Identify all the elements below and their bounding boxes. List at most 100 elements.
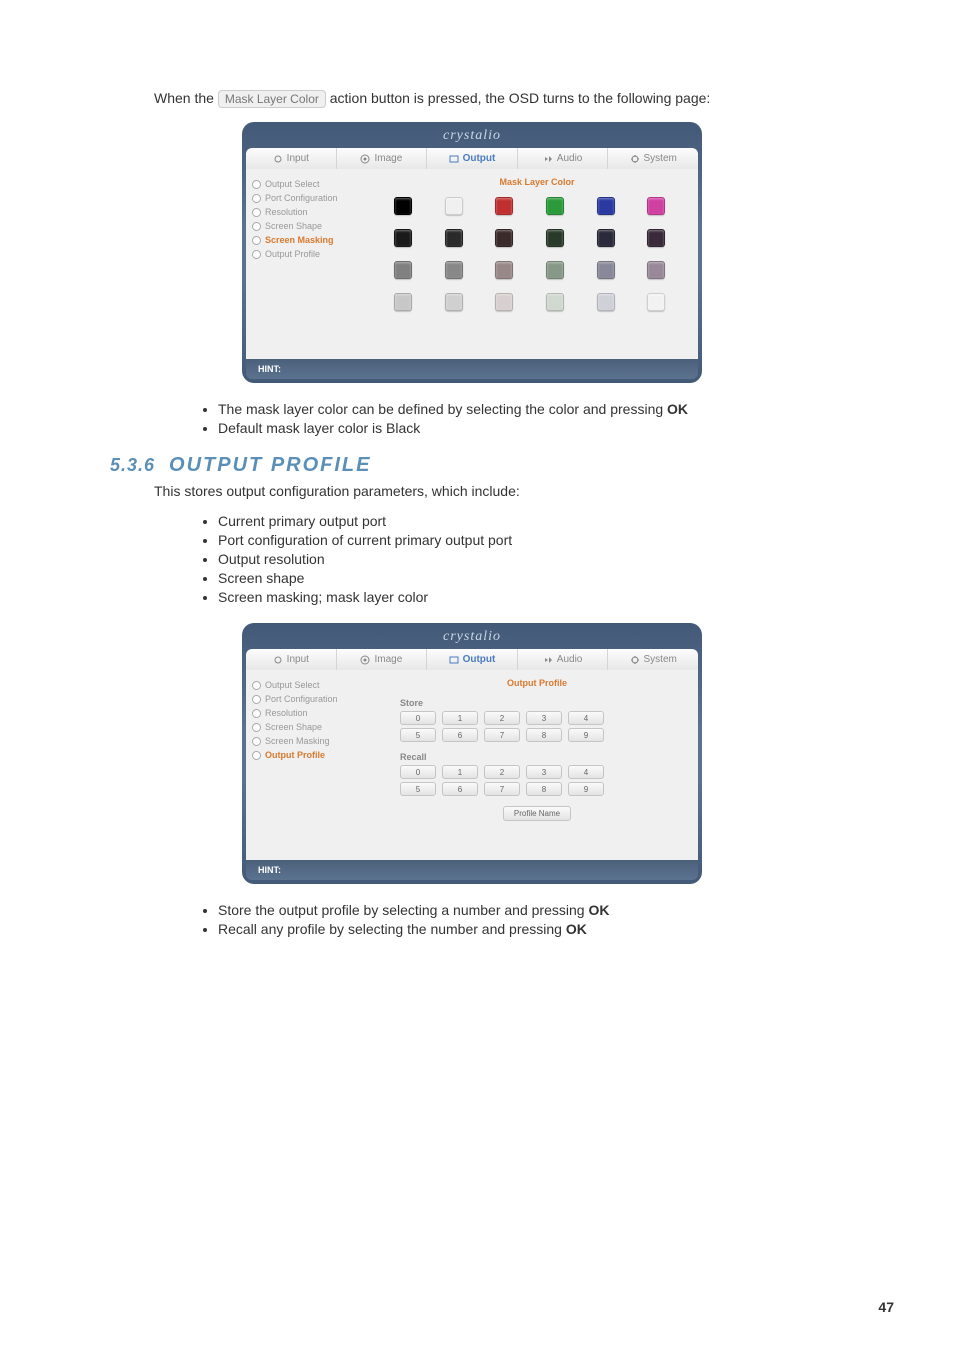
color-swatch[interactable] — [495, 261, 513, 279]
tab-audio[interactable]: Audio — [518, 148, 609, 169]
color-swatch[interactable] — [394, 229, 412, 247]
profile-name-button[interactable]: Profile Name — [503, 806, 571, 821]
sidebar-item-port-configuration[interactable]: Port Configuration — [252, 692, 370, 706]
profile-slot-4[interactable]: 4 — [568, 765, 604, 779]
recall-row-2: 56789 — [400, 782, 688, 796]
profile-slot-2[interactable]: 2 — [484, 711, 520, 725]
tab-audio[interactable]: Audio — [518, 649, 609, 670]
osd-panel-mask-color: crystalio InputImageOutputAudioSystem Ou… — [242, 122, 702, 383]
profile-slot-0[interactable]: 0 — [400, 765, 436, 779]
store-row-2: 56789 — [400, 728, 688, 742]
tab-system[interactable]: System — [608, 649, 698, 670]
tab-input[interactable]: Input — [246, 649, 337, 670]
profile-slot-9[interactable]: 9 — [568, 728, 604, 742]
profile-slot-3[interactable]: 3 — [526, 711, 562, 725]
sidebar-item-screen-shape[interactable]: Screen Shape — [252, 720, 370, 734]
color-swatch[interactable] — [647, 197, 665, 215]
profile-slot-1[interactable]: 1 — [442, 765, 478, 779]
radio-icon — [252, 222, 261, 231]
sidebar-item-screen-masking[interactable]: Screen Masking — [252, 233, 370, 247]
color-swatch[interactable] — [445, 197, 463, 215]
color-swatch[interactable] — [597, 229, 615, 247]
tab-image[interactable]: Image — [337, 649, 428, 670]
sidebar-item-output-select[interactable]: Output Select — [252, 177, 370, 191]
list-item: Recall any profile by selecting the numb… — [218, 921, 834, 937]
color-swatch-grid — [386, 197, 688, 311]
profile-slot-8[interactable]: 8 — [526, 782, 562, 796]
profile-slot-1[interactable]: 1 — [442, 711, 478, 725]
profile-slot-6[interactable]: 6 — [442, 728, 478, 742]
sidebar-item-label: Screen Shape — [265, 221, 322, 231]
color-swatch[interactable] — [394, 261, 412, 279]
color-swatch[interactable] — [394, 293, 412, 311]
tab-output[interactable]: Output — [427, 649, 518, 670]
page-number: 47 — [878, 1299, 894, 1315]
osd-hint-bar: HINT: — [246, 860, 698, 880]
list-item: Default mask layer color is Black — [218, 420, 834, 436]
sidebar-item-label: Port Configuration — [265, 193, 338, 203]
radio-icon — [252, 236, 261, 245]
sidebar-item-label: Screen Masking — [265, 235, 334, 245]
osd-main-title: Output Profile — [386, 678, 688, 688]
sidebar-item-label: Port Configuration — [265, 694, 338, 704]
sidebar-item-output-profile[interactable]: Output Profile — [252, 247, 370, 261]
radio-icon — [252, 194, 261, 203]
color-swatch[interactable] — [597, 261, 615, 279]
sidebar-item-resolution[interactable]: Resolution — [252, 205, 370, 219]
tab-label: Output — [463, 654, 496, 665]
list-item: Screen masking; mask layer color — [218, 589, 834, 605]
tab-image[interactable]: Image — [337, 148, 428, 169]
color-swatch[interactable] — [647, 293, 665, 311]
color-swatch[interactable] — [546, 197, 564, 215]
color-swatch[interactable] — [597, 293, 615, 311]
sidebar-item-output-profile[interactable]: Output Profile — [252, 748, 370, 762]
color-swatch[interactable] — [647, 229, 665, 247]
color-swatch[interactable] — [495, 293, 513, 311]
list-item: Current primary output port — [218, 513, 834, 529]
tab-output[interactable]: Output — [427, 148, 518, 169]
color-swatch[interactable] — [445, 229, 463, 247]
color-swatch[interactable] — [394, 197, 412, 215]
radio-icon — [252, 709, 261, 718]
color-swatch[interactable] — [647, 261, 665, 279]
sidebar-item-port-configuration[interactable]: Port Configuration — [252, 191, 370, 205]
profile-slot-8[interactable]: 8 — [526, 728, 562, 742]
radio-icon — [252, 737, 261, 746]
sidebar-item-screen-shape[interactable]: Screen Shape — [252, 219, 370, 233]
profile-slot-0[interactable]: 0 — [400, 711, 436, 725]
profile-slot-4[interactable]: 4 — [568, 711, 604, 725]
color-swatch[interactable] — [445, 293, 463, 311]
tab-system[interactable]: System — [608, 148, 698, 169]
color-swatch[interactable] — [597, 197, 615, 215]
profile-slot-3[interactable]: 3 — [526, 765, 562, 779]
tab-input[interactable]: Input — [246, 148, 337, 169]
color-swatch[interactable] — [546, 261, 564, 279]
profile-slot-2[interactable]: 2 — [484, 765, 520, 779]
radio-icon — [252, 681, 261, 690]
list-item: Store the output profile by selecting a … — [218, 902, 834, 918]
color-swatch[interactable] — [495, 229, 513, 247]
tab-label: Input — [287, 654, 309, 665]
intro-prefix: When the — [154, 90, 218, 106]
profile-slot-5[interactable]: 5 — [400, 728, 436, 742]
color-swatch[interactable] — [546, 293, 564, 311]
sidebar-item-label: Resolution — [265, 207, 308, 217]
store-row-1: 01234 — [400, 711, 688, 725]
profile-slot-7[interactable]: 7 — [484, 728, 520, 742]
color-swatch[interactable] — [546, 229, 564, 247]
tab-label: System — [644, 153, 677, 164]
radio-icon — [252, 723, 261, 732]
sidebar-item-screen-masking[interactable]: Screen Masking — [252, 734, 370, 748]
profile-slot-5[interactable]: 5 — [400, 782, 436, 796]
profile-slot-9[interactable]: 9 — [568, 782, 604, 796]
radio-icon — [252, 751, 261, 760]
profile-slot-7[interactable]: 7 — [484, 782, 520, 796]
color-swatch[interactable] — [445, 261, 463, 279]
sidebar-item-output-select[interactable]: Output Select — [252, 678, 370, 692]
sidebar-item-label: Output Select — [265, 179, 320, 189]
sidebar-item-resolution[interactable]: Resolution — [252, 706, 370, 720]
bullet-list-3: Store the output profile by selecting a … — [218, 902, 834, 937]
osd-hint-bar: HINT: — [246, 359, 698, 379]
profile-slot-6[interactable]: 6 — [442, 782, 478, 796]
color-swatch[interactable] — [495, 197, 513, 215]
